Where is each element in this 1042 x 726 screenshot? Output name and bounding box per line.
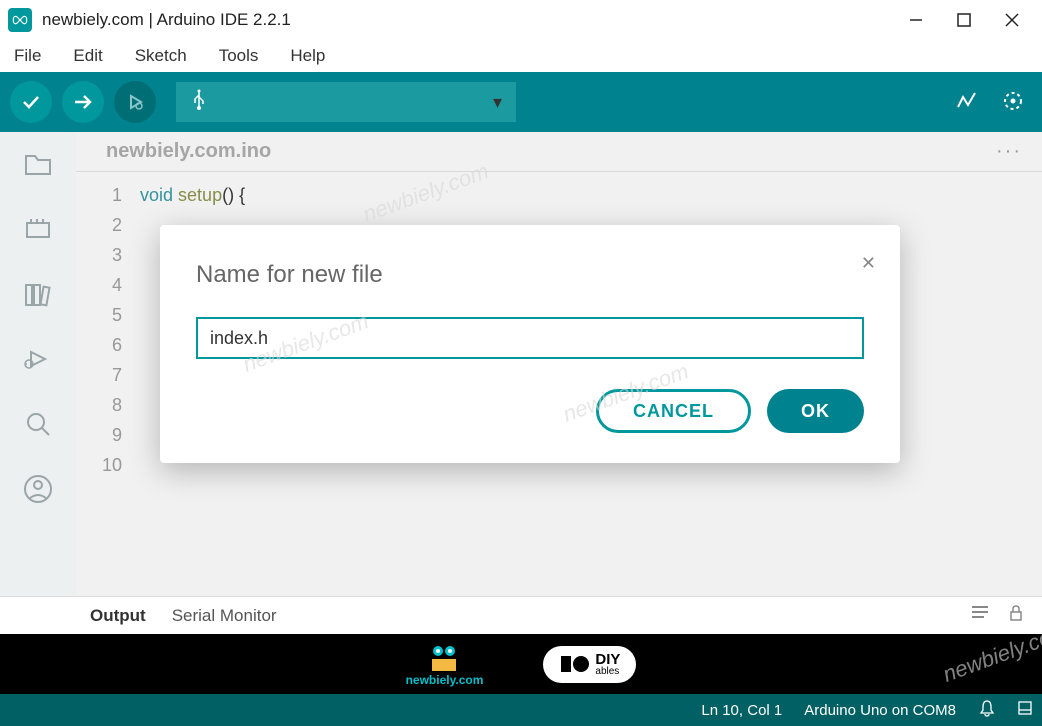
- menu-file[interactable]: File: [8, 44, 47, 68]
- new-file-dialog: ✕ Name for new file CANCEL OK: [160, 225, 900, 463]
- diyables-logo: DIY ables: [543, 646, 636, 683]
- menu-help[interactable]: Help: [284, 44, 331, 68]
- cursor-position: Ln 10, Col 1: [701, 702, 782, 719]
- folder-icon[interactable]: [20, 148, 56, 183]
- output-tab[interactable]: Output: [90, 606, 146, 626]
- maximize-button[interactable]: [954, 10, 974, 30]
- serial-plotter-button[interactable]: [950, 84, 986, 120]
- serial-monitor-button[interactable]: [996, 84, 1032, 120]
- diy-text: DIY: [595, 652, 620, 667]
- filename-input[interactable]: [196, 317, 864, 359]
- notification-icon[interactable]: [978, 699, 996, 721]
- ok-button[interactable]: OK: [767, 389, 864, 433]
- verify-button[interactable]: [10, 81, 52, 123]
- app-icon: [8, 8, 32, 32]
- debug-icon[interactable]: [20, 342, 56, 377]
- search-icon[interactable]: [20, 407, 56, 442]
- menu-edit[interactable]: Edit: [67, 44, 108, 68]
- toolbar: ▾: [0, 72, 1042, 132]
- menubar: File Edit Sketch Tools Help: [0, 40, 1042, 72]
- profile-icon[interactable]: [20, 471, 56, 506]
- output-panel-tabs: Output Serial Monitor: [0, 596, 1042, 634]
- board-info: Arduino Uno on COM8: [804, 702, 956, 719]
- footer-strip: newbiely.com DIY ables: [0, 634, 1042, 694]
- newbiely-logo: newbiely.com: [406, 641, 484, 687]
- close-panel-icon[interactable]: [1018, 701, 1032, 719]
- titlebar: newbiely.com | Arduino IDE 2.2.1: [0, 0, 1042, 40]
- output-menu-icon[interactable]: [970, 604, 990, 627]
- close-button[interactable]: [1002, 10, 1022, 30]
- sidebar: [0, 132, 76, 596]
- window-title: newbiely.com | Arduino IDE 2.2.1: [42, 10, 906, 30]
- debug-button[interactable]: [114, 81, 156, 123]
- minimize-button[interactable]: [906, 10, 926, 30]
- board-manager-icon[interactable]: [20, 213, 56, 248]
- statusbar: Ln 10, Col 1 Arduino Uno on COM8: [0, 694, 1042, 726]
- window-controls: [906, 10, 1022, 30]
- menu-tools[interactable]: Tools: [213, 44, 265, 68]
- dialog-title: Name for new file: [196, 261, 864, 289]
- menu-sketch[interactable]: Sketch: [129, 44, 193, 68]
- board-selector[interactable]: ▾: [176, 82, 516, 122]
- ables-text: ables: [595, 667, 620, 677]
- library-manager-icon[interactable]: [20, 277, 56, 312]
- chevron-down-icon: ▾: [493, 92, 502, 113]
- upload-button[interactable]: [62, 81, 104, 123]
- cancel-button[interactable]: CANCEL: [596, 389, 751, 433]
- usb-icon: [190, 89, 208, 116]
- newbiely-text: newbiely.com: [406, 673, 484, 687]
- lock-icon[interactable]: [1008, 604, 1024, 627]
- serial-monitor-tab[interactable]: Serial Monitor: [172, 606, 277, 626]
- dialog-close-button[interactable]: ✕: [861, 253, 876, 274]
